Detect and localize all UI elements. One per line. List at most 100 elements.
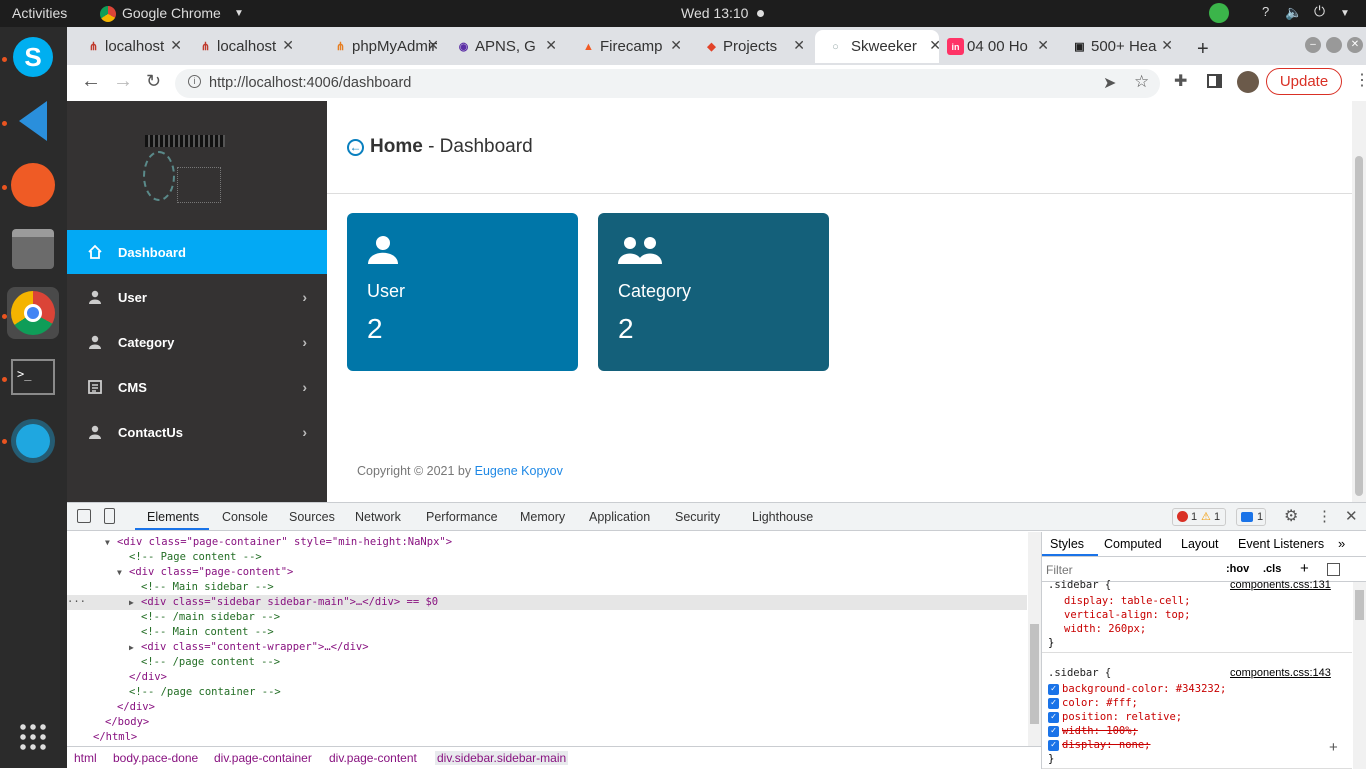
more-tabs-icon[interactable]: » <box>1338 536 1345 551</box>
dom-node[interactable]: </html> <box>67 730 1027 745</box>
close-icon[interactable]: ✕ <box>670 37 680 54</box>
stat-card-user[interactable]: User 2 <box>347 213 578 371</box>
tab-performance[interactable]: Performance <box>426 510 498 524</box>
tab-network[interactable]: Network <box>355 510 401 524</box>
close-icon[interactable]: ✕ <box>929 37 939 54</box>
volume-icon[interactable]: 🔈 <box>1285 4 1302 21</box>
bookmark-star-icon[interactable]: ☆ <box>1134 72 1149 92</box>
dom-node[interactable]: <!-- Page content --> <box>67 550 1027 565</box>
side-panel-icon[interactable] <box>1207 74 1222 88</box>
style-property[interactable]: ✓ color: #fff; <box>1048 696 1138 710</box>
dom-node[interactable]: ▼ <div class="page-container" style="min-… <box>67 535 1027 550</box>
close-icon[interactable]: ✕ <box>793 37 803 54</box>
breadcrumb-item[interactable]: div.sidebar.sidebar-main <box>435 751 569 765</box>
styles-scrollbar-thumb[interactable] <box>1355 590 1364 620</box>
sidebar-item-cms[interactable]: CMS › <box>67 365 327 409</box>
property-checkbox[interactable]: ✓ <box>1048 711 1059 723</box>
breadcrumb-item[interactable]: div.page-container <box>214 751 312 765</box>
tab-styles[interactable]: Styles <box>1050 537 1084 551</box>
update-button[interactable]: Update <box>1266 68 1342 95</box>
ellipsis-icon[interactable]: ··· <box>67 595 86 610</box>
device-toggle-icon[interactable] <box>104 508 115 524</box>
close-icon[interactable]: ✕ <box>170 37 180 54</box>
maximize-icon[interactable] <box>1326 37 1342 53</box>
footer-author-link[interactable]: Eugene Kopyov <box>475 464 563 478</box>
dom-node[interactable]: </body> <box>67 715 1027 730</box>
send-icon[interactable]: ➤ <box>1103 73 1116 93</box>
stat-card-category[interactable]: Category 2 <box>598 213 829 371</box>
style-property[interactable]: vertical-align: top; <box>1064 608 1190 622</box>
breadcrumb-item[interactable]: body.pace-done <box>113 751 198 765</box>
dom-node[interactable]: </div> <box>67 670 1027 685</box>
browser-tab[interactable]: ▣ 500+ Hea ✕ <box>1071 30 1171 63</box>
rule-source-link[interactable]: components.css:143 <box>1230 666 1331 680</box>
style-property[interactable]: ✓ background-color: #343232; <box>1048 682 1226 696</box>
devtools-menu-icon[interactable]: ⋮ <box>1317 507 1332 525</box>
rule-source-link[interactable]: components.css:131 <box>1230 578 1331 592</box>
tab-sources[interactable]: Sources <box>289 510 335 524</box>
styles-scrollbar[interactable] <box>1353 582 1366 769</box>
tab-lighthouse[interactable]: Lighthouse <box>752 510 813 524</box>
expand-arrow-icon[interactable]: ▶ <box>129 595 134 610</box>
new-style-rule-icon[interactable]: + <box>1300 560 1309 577</box>
page-scrollbar[interactable] <box>1352 101 1366 502</box>
network-icon[interactable]: ? <box>1262 4 1269 19</box>
back-arrow-icon[interactable]: ← <box>347 139 364 156</box>
postman-icon[interactable] <box>7 159 59 211</box>
style-property[interactable]: display: table-cell; <box>1064 594 1190 608</box>
terminal-icon[interactable]: >_ <box>7 351 59 403</box>
dom-node[interactable]: <!-- /page content --> <box>67 655 1027 670</box>
power-icon[interactable]: ⏻ <box>1314 3 1325 20</box>
close-icon[interactable]: ✕ <box>427 37 437 54</box>
breadcrumb-item[interactable]: html <box>74 751 97 765</box>
vscode-icon[interactable] <box>7 95 59 147</box>
browser-tab[interactable]: ⋔ phpMyAdmin ✕ <box>332 30 437 63</box>
app-menu[interactable]: Google Chrome <box>122 5 221 21</box>
forward-icon[interactable]: → <box>113 70 133 93</box>
back-icon[interactable]: ← <box>81 70 101 93</box>
url-text[interactable]: http://localhost:4006/dashboard <box>209 75 411 91</box>
dom-node[interactable]: <!-- /page container --> <box>67 685 1027 700</box>
tab-console[interactable]: Console <box>222 510 268 524</box>
dom-node[interactable]: </div> <box>67 700 1027 715</box>
browser-tab[interactable]: ◉ APNS, G ✕ <box>455 30 555 63</box>
cls-toggle[interactable]: .cls <box>1263 563 1281 575</box>
dom-node[interactable]: <!-- Main content --> <box>67 625 1027 640</box>
page-scrollbar-thumb[interactable] <box>1355 156 1363 496</box>
close-devtools-icon[interactable]: ✕ <box>1345 507 1358 525</box>
activities-button[interactable]: Activities <box>12 5 67 21</box>
inspect-element-icon[interactable] <box>77 509 91 523</box>
splash-app-icon[interactable] <box>7 415 59 467</box>
tab-security[interactable]: Security <box>675 510 720 524</box>
property-checkbox[interactable]: ✓ <box>1048 697 1059 709</box>
tab-event-listeners[interactable]: Event Listeners <box>1238 537 1324 551</box>
dom-scrollbar-thumb[interactable] <box>1030 624 1039 724</box>
browser-tab[interactable]: in 04 00 Ho ✕ <box>947 30 1047 63</box>
close-icon[interactable]: ✕ <box>282 37 292 54</box>
hov-toggle[interactable]: :hov <box>1226 563 1249 575</box>
close-icon[interactable]: ✕ <box>1037 37 1047 54</box>
update-status-icon[interactable] <box>1209 3 1229 23</box>
tab-application[interactable]: Application <box>589 510 650 524</box>
add-rule-icon[interactable]: + <box>1329 739 1338 756</box>
rule-selector[interactable]: .sidebar { <box>1048 666 1111 680</box>
expand-arrow-icon[interactable]: ▼ <box>105 535 110 550</box>
close-icon[interactable]: ✕ <box>545 37 555 54</box>
browser-tab[interactable]: ▲ Firecamp ✕ <box>580 30 680 63</box>
tab-elements[interactable]: Elements <box>147 510 199 524</box>
browser-tab[interactable]: ⋔ localhost ✕ <box>197 30 292 63</box>
skype-icon[interactable]: S <box>7 31 59 83</box>
expand-arrow-icon[interactable]: ▶ <box>129 640 134 655</box>
browser-tab[interactable]: ⋔ localhost ✕ <box>85 30 180 63</box>
extensions-icon[interactable]: ✚ <box>1174 71 1187 91</box>
sidebar-item-category[interactable]: Category › <box>67 320 327 364</box>
property-checkbox[interactable]: ✓ <box>1048 683 1059 695</box>
dom-node[interactable]: ··· ▶ <div class="sidebar sidebar-main">…<… <box>67 595 1027 610</box>
avatar[interactable] <box>1237 71 1259 93</box>
dom-tree[interactable]: ▼ <div class="page-container" style="min-… <box>67 532 1041 746</box>
style-property[interactable]: ✓ display: none; <box>1048 738 1151 752</box>
dom-node[interactable]: ▼ <div class="page-content"> <box>67 565 1027 580</box>
tab-computed[interactable]: Computed <box>1104 537 1162 551</box>
close-window-icon[interactable]: ✕ <box>1347 37 1363 53</box>
sidebar-item-user[interactable]: User › <box>67 275 327 319</box>
